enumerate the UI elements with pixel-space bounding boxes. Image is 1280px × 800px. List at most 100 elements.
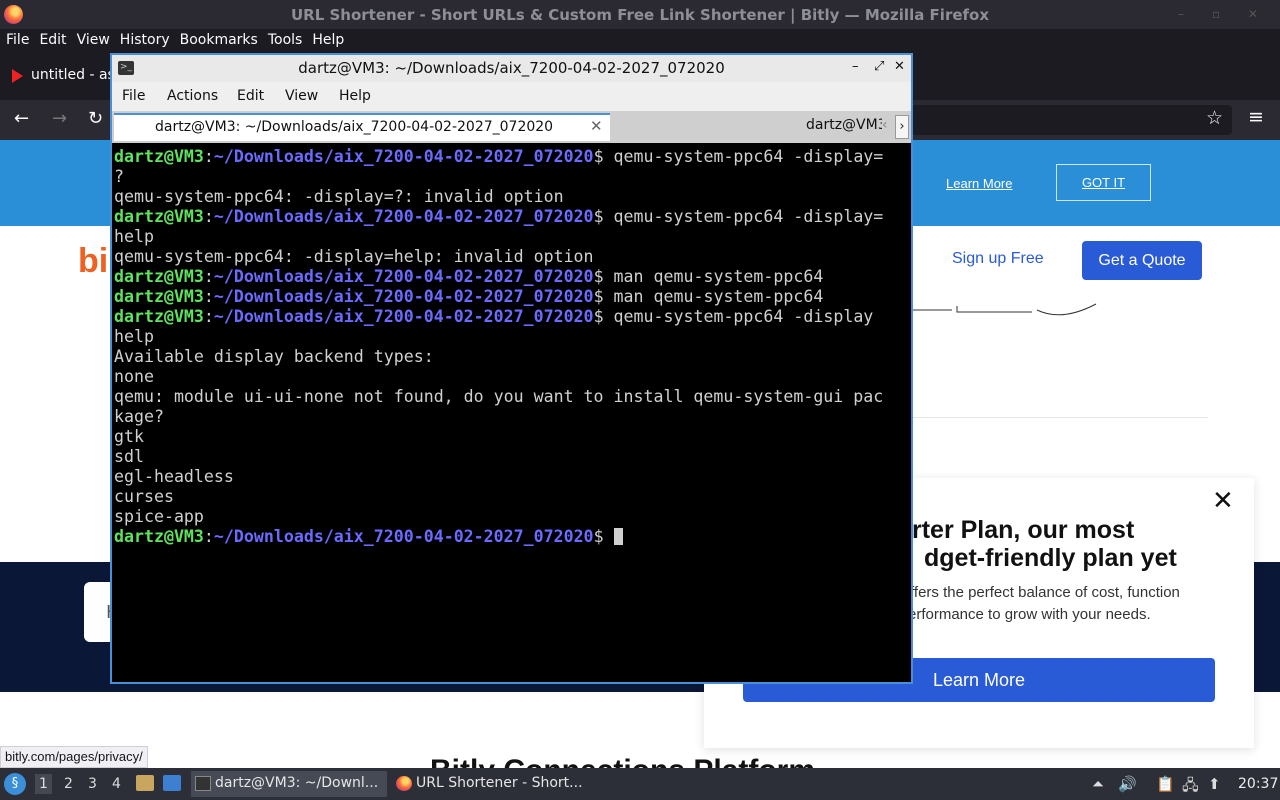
- sign-up-link[interactable]: Sign up Free: [952, 250, 1044, 268]
- prompt-path: ~/Downloads/aix_7200-04-02-2027_072020: [213, 267, 594, 286]
- workspace-3[interactable]: 3: [88, 776, 97, 792]
- banner-learn-more-link[interactable]: Learn More: [946, 176, 1012, 191]
- youtube-play-icon: [12, 69, 23, 83]
- firefox-titlebar: URL Shortener - Short URLs & Custom Free…: [0, 0, 1280, 29]
- status-url-overlay: bitly.com/pages/privacy/: [0, 746, 148, 768]
- section-divider: [912, 417, 1208, 418]
- tab-scroll-left-icon[interactable]: ‹: [882, 117, 888, 133]
- prompt-user: dartz@VM3: [114, 147, 204, 166]
- prompt-dollar: $: [593, 307, 604, 326]
- tab-close-icon[interactable]: ✕: [590, 117, 603, 135]
- ff-menu-tools[interactable]: Tools: [262, 29, 307, 48]
- prompt-sep: :: [203, 287, 214, 306]
- terminal-line: help: [114, 327, 154, 346]
- terminal-line: none: [114, 367, 154, 386]
- prompt-sep: :: [203, 267, 214, 286]
- network-icon[interactable]: 🖧: [1182, 775, 1199, 800]
- ff-menu-history[interactable]: History: [114, 29, 174, 48]
- start-menu-icon[interactable]: §: [4, 773, 26, 795]
- prompt-path: ~/Downloads/aix_7200-04-02-2027_072020: [213, 527, 594, 546]
- terminal-output[interactable]: dartz@VM3:~/Downloads/aix_7200-04-02-202…: [114, 147, 909, 682]
- browser-tab-title: untitled - as: [31, 67, 115, 83]
- reload-icon[interactable]: ↻: [88, 108, 103, 129]
- terminal-line: Available display backend types:: [114, 347, 434, 366]
- terminal-line: egl-headless: [114, 467, 234, 486]
- terminal-title: dartz@VM3: ~/Downloads/aix_7200-04-02-20…: [298, 59, 725, 77]
- prompt-dollar: $: [593, 527, 604, 546]
- terminal-command: man qemu-system-ppc64: [603, 287, 824, 306]
- section-heading: Bitly Connections Platform: [430, 754, 815, 768]
- prompt-dollar: $: [593, 267, 604, 286]
- terminal-tabbar: dartz@VM3: ~/Downloads/aix_7200-04-02-20…: [112, 111, 911, 143]
- taskbar-task-terminal-label: dartz@VM3: ~/Downl...: [215, 775, 379, 791]
- back-arrow-icon[interactable]: ←: [14, 108, 29, 129]
- banner-got-it-button[interactable]: GOT IT: [1056, 164, 1151, 201]
- terminal-line: qemu: module ui-ui-none not found, do yo…: [114, 387, 884, 406]
- terminal-cursor: [613, 528, 623, 545]
- hamburger-menu-icon[interactable]: ≡: [1248, 106, 1264, 128]
- show-desktop-icon[interactable]: [163, 775, 181, 791]
- terminal-line: dartz@VM3:~/Downloads/aix_7200-04-02-202…: [114, 287, 909, 307]
- workspace-1[interactable]: 1: [35, 774, 52, 794]
- prompt-dollar: $: [593, 147, 604, 166]
- term-menu-actions[interactable]: Actions: [167, 88, 218, 104]
- term-menu-help[interactable]: Help: [339, 88, 371, 104]
- terminal-titlebar[interactable]: >_ dartz@VM3: ~/Downloads/aix_7200-04-02…: [112, 55, 911, 82]
- taskbar-task-terminal[interactable]: dartz@VM3: ~/Downl...: [191, 771, 387, 797]
- prompt-dollar: $: [593, 287, 604, 306]
- workspace-4[interactable]: 4: [112, 776, 121, 792]
- bookmark-star-icon[interactable]: ☆: [1206, 107, 1223, 129]
- prompt-path: ~/Downloads/aix_7200-04-02-2027_072020: [213, 287, 594, 306]
- volume-icon[interactable]: 🔊: [1118, 775, 1137, 793]
- prompt-user: dartz@VM3: [114, 527, 204, 546]
- terminal-tab-second[interactable]: dartz@VM3:: [806, 117, 882, 133]
- browser-tab[interactable]: untitled - as: [6, 64, 126, 92]
- prompt-sep: :: [203, 207, 214, 226]
- terminal-line: sdl: [114, 447, 144, 466]
- workspace-2[interactable]: 2: [64, 776, 73, 792]
- file-manager-icon[interactable]: [136, 775, 154, 791]
- ff-menu-edit[interactable]: Edit: [33, 29, 70, 48]
- ff-menu-help[interactable]: Help: [306, 29, 348, 48]
- terminal-line: help: [114, 227, 154, 246]
- url-bar[interactable]: [912, 105, 1232, 135]
- forward-arrow-icon[interactable]: →: [52, 108, 67, 129]
- bitly-logo[interactable]: bi: [78, 242, 108, 281]
- terminal-icon: [195, 776, 211, 791]
- term-menu-view[interactable]: View: [285, 88, 318, 104]
- maximize-icon[interactable]: ⤢: [874, 59, 884, 74]
- prompt-user: dartz@VM3: [114, 307, 204, 326]
- prompt-user: dartz@VM3: [114, 267, 204, 286]
- terminal-line: gtk: [114, 427, 144, 446]
- update-icon[interactable]: ⬆: [1208, 775, 1221, 793]
- tray-up-icon[interactable]: ⏶: [1092, 775, 1104, 793]
- minimize-icon[interactable]: –: [852, 59, 859, 74]
- tab-scroll-right-icon[interactable]: ›: [895, 115, 909, 139]
- taskbar-task-firefox[interactable]: URL Shortener - Short...: [392, 771, 592, 797]
- clipboard-icon[interactable]: 📋: [1156, 775, 1175, 793]
- terminal-tab-active[interactable]: dartz@VM3: ~/Downloads/aix_7200-04-02-20…: [114, 113, 610, 141]
- term-menu-edit[interactable]: Edit: [237, 88, 264, 104]
- terminal-menubar: File Actions Edit View Help: [112, 82, 911, 111]
- term-menu-file[interactable]: File: [122, 88, 145, 104]
- ff-menu-file[interactable]: File: [0, 29, 33, 48]
- terminal-command: [604, 527, 614, 546]
- prompt-user: dartz@VM3: [114, 207, 204, 226]
- terminal-command: qemu-system-ppc64 -display: [603, 307, 874, 326]
- ff-menu-bookmarks[interactable]: Bookmarks: [174, 29, 262, 48]
- ff-menu-view[interactable]: View: [71, 29, 114, 48]
- prompt-user: dartz@VM3: [114, 287, 204, 306]
- terminal-line: dartz@VM3:~/Downloads/aix_7200-04-02-202…: [114, 307, 909, 327]
- taskbar-task-firefox-label: URL Shortener - Short...: [416, 775, 583, 791]
- terminal-line: qemu-system-ppc64: -display=?: invalid o…: [114, 187, 564, 206]
- terminal-line: qemu-system-ppc64: -display=help: invali…: [114, 247, 594, 266]
- firefox-window-title: URL Shortener - Short URLs & Custom Free…: [290, 6, 990, 24]
- terminal-command: man qemu-system-ppc64: [603, 267, 824, 286]
- prompt-path: ~/Downloads/aix_7200-04-02-2027_072020: [213, 207, 594, 226]
- get-quote-button[interactable]: Get a Quote: [1082, 241, 1202, 280]
- close-icon[interactable]: ✕: [1212, 486, 1234, 516]
- close-icon[interactable]: ✕: [894, 59, 905, 74]
- firefox-window-controls[interactable]: – ▫ ✕: [1178, 7, 1270, 21]
- prompt-path: ~/Downloads/aix_7200-04-02-2027_072020: [213, 147, 594, 166]
- terminal-line: dartz@VM3:~/Downloads/aix_7200-04-02-202…: [114, 527, 909, 547]
